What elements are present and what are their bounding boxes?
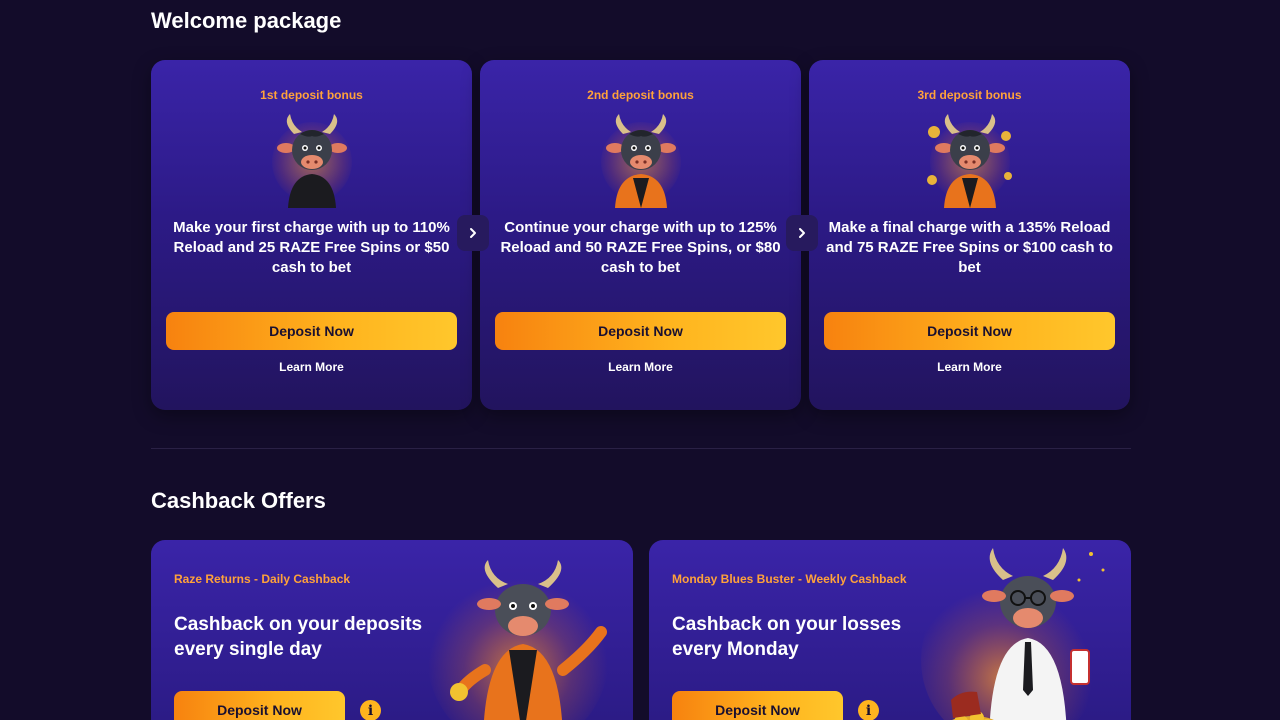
cashback-card-heading: Cashback on your deposits every single d… xyxy=(174,614,423,660)
bonus-card-label: 2nd deposit bonus xyxy=(587,88,694,102)
chevron-right-icon xyxy=(470,228,476,238)
welcome-package-cards: 1st deposit bonus Make your first charge… xyxy=(151,60,1131,410)
bull-mascot-icon xyxy=(593,112,689,208)
cashback-card-weekly: Monday Blues Buster - Weekly Cashback Ca… xyxy=(649,540,1131,720)
section-divider xyxy=(151,448,1131,449)
next-step-arrow xyxy=(786,215,818,251)
cashback-card-label: Raze Returns - Daily Cashback xyxy=(174,572,351,586)
deposit-now-button[interactable]: Deposit Now xyxy=(824,312,1115,350)
learn-more-link[interactable]: Learn More xyxy=(809,360,1130,374)
bonus-card-2: 2nd deposit bonus Continue your charge w… xyxy=(480,60,801,410)
cashback-card-label: Monday Blues Buster - Weekly Cashback xyxy=(672,572,907,586)
deposit-now-button[interactable]: Deposit Now xyxy=(672,691,843,720)
bonus-card-description: Continue your charge with up to 125% Rel… xyxy=(500,219,781,276)
deposit-now-button[interactable]: Deposit Now xyxy=(166,312,457,350)
info-icon[interactable]: i xyxy=(858,700,879,720)
bonus-card-3: 3rd deposit bonus Make a final charge wi… xyxy=(809,60,1130,410)
bonus-card-description: Make a final charge with a 135% Reload a… xyxy=(826,219,1113,276)
cashback-card-heading: Cashback on your losses every Monday xyxy=(672,614,902,660)
bonus-card-label: 3rd deposit bonus xyxy=(917,88,1022,102)
bull-mascot-icon xyxy=(922,112,1018,208)
welcome-package-title: Welcome package xyxy=(151,8,342,33)
cashback-offers-title: Cashback Offers xyxy=(151,488,326,513)
next-step-arrow xyxy=(457,215,489,251)
learn-more-link[interactable]: Learn More xyxy=(151,360,472,374)
deposit-now-button[interactable]: Deposit Now xyxy=(495,312,786,350)
bull-mascot-icon xyxy=(921,540,1121,720)
chevron-right-icon xyxy=(799,228,805,238)
deposit-now-button[interactable]: Deposit Now xyxy=(174,691,345,720)
bonus-card-description: Make your first charge with up to 110% R… xyxy=(173,219,450,276)
bonus-card-label: 1st deposit bonus xyxy=(260,88,363,102)
bull-mascot-icon xyxy=(264,112,360,208)
info-icon[interactable]: i xyxy=(360,700,381,720)
bonus-card-1: 1st deposit bonus Make your first charge… xyxy=(151,60,472,410)
cashback-card-daily: Raze Returns - Daily Cashback Cashback o… xyxy=(151,540,633,720)
learn-more-link[interactable]: Learn More xyxy=(480,360,801,374)
bull-mascot-icon xyxy=(423,540,623,720)
